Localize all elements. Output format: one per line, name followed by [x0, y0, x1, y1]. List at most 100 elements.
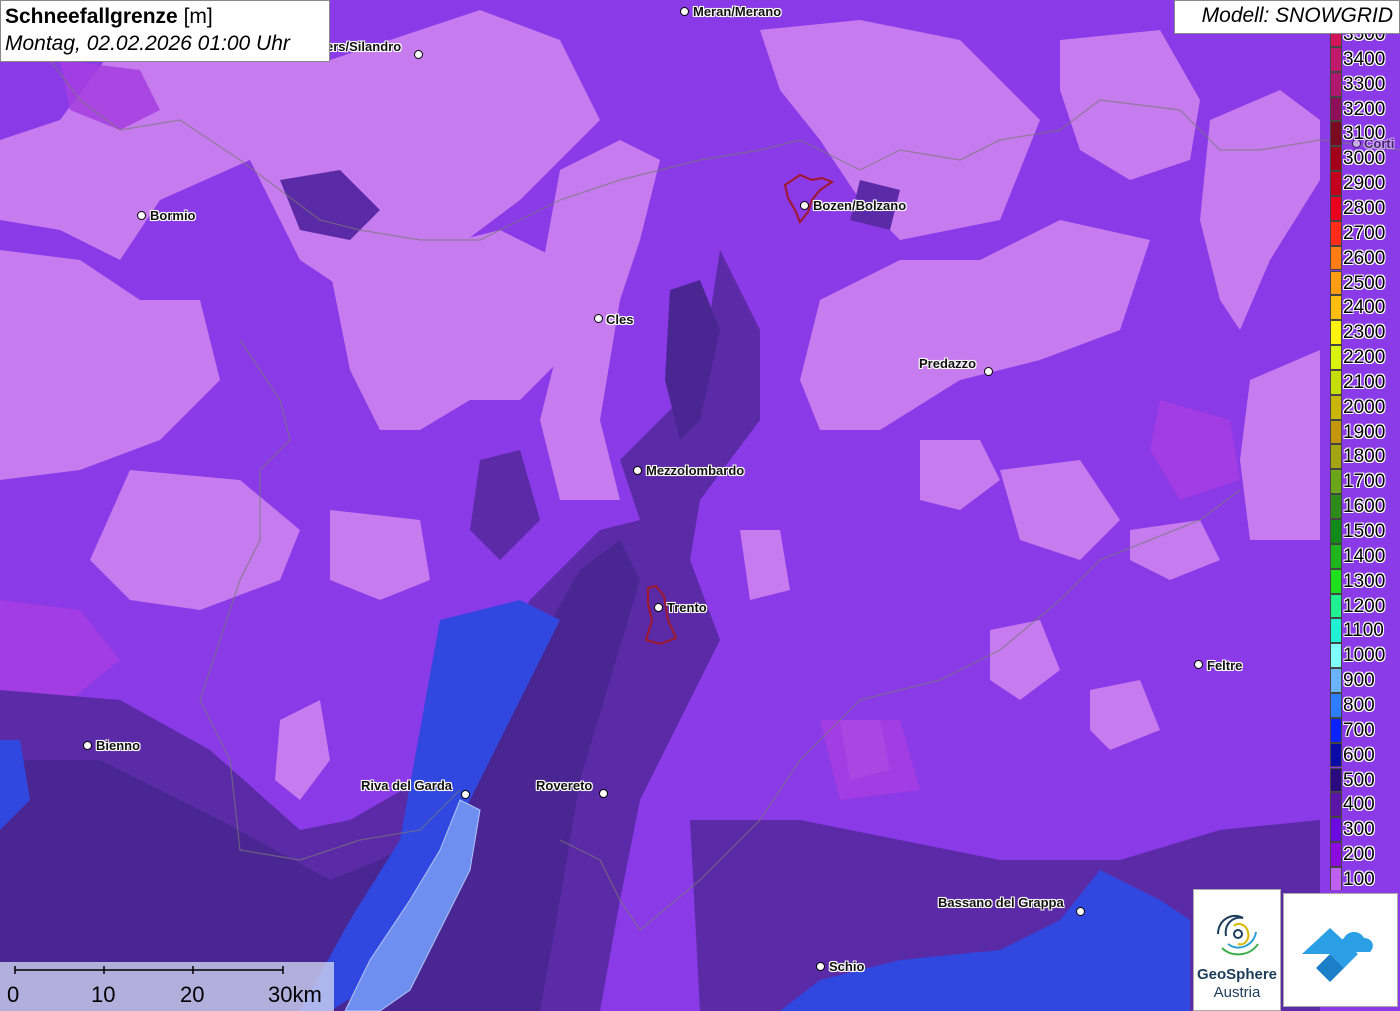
legend-value: 300	[1343, 819, 1375, 841]
legend-swatch	[1330, 270, 1342, 296]
legend-swatch	[1330, 245, 1342, 271]
legend-swatch	[1330, 146, 1342, 172]
legend-swatch	[1330, 96, 1342, 122]
legend-swatch	[1330, 543, 1342, 569]
legend-item: 2800	[1330, 195, 1400, 221]
legend-value: 3200	[1343, 98, 1386, 120]
legend-swatch	[1330, 643, 1342, 669]
legend-item: 700	[1330, 717, 1400, 743]
geosphere-logo[interactable]: GeoSphere Austria	[1193, 889, 1281, 1011]
legend-value: 1700	[1343, 471, 1386, 493]
legend-value: 2300	[1343, 322, 1386, 344]
legend-swatch	[1330, 121, 1342, 147]
city-marker	[816, 962, 825, 971]
legend-item: 1400	[1330, 543, 1400, 569]
legend-item: 300	[1330, 817, 1400, 843]
city-marker	[83, 741, 92, 750]
legend-swatch	[1330, 469, 1342, 495]
legend-value: 1000	[1343, 645, 1386, 667]
legend-swatch	[1330, 866, 1342, 890]
legend-item: 2500	[1330, 270, 1400, 296]
legend-value: 3500	[1343, 34, 1386, 45]
city-label: Cles	[606, 312, 634, 327]
legend-item: 1700	[1330, 469, 1400, 495]
legend-value: 3300	[1343, 73, 1386, 95]
legend-value: 1600	[1343, 496, 1386, 518]
legend-value: 500	[1343, 769, 1375, 791]
scale-label-20: 20	[180, 982, 205, 1007]
city-marker	[137, 211, 146, 220]
legend-swatch	[1330, 220, 1342, 246]
city-label: Trento	[667, 600, 707, 615]
legend-value: 1900	[1343, 421, 1386, 443]
legend-item: 3500	[1330, 34, 1400, 47]
unit: [m]	[183, 5, 213, 28]
geosphere-emblem-icon	[1217, 914, 1259, 956]
variable-name: Schneefallgrenze	[5, 5, 178, 28]
legend-swatch	[1330, 618, 1342, 644]
weather-app-icon	[1302, 928, 1373, 982]
city-label: ers/Silandro	[326, 39, 402, 54]
legend-item: 1600	[1330, 494, 1400, 519]
city-marker	[654, 603, 663, 612]
legend-item: 1200	[1330, 593, 1400, 619]
legend-value: 2200	[1343, 347, 1386, 369]
legend-swatch	[1330, 46, 1342, 72]
city-marker	[680, 7, 689, 16]
city-marker	[633, 466, 642, 475]
legend-swatch	[1330, 369, 1342, 395]
legend-value: 100	[1343, 868, 1375, 890]
city-label: Bienno	[96, 738, 141, 753]
legend-swatch	[1330, 494, 1342, 519]
legend-item: 3100	[1330, 121, 1400, 147]
legend-swatch	[1330, 767, 1342, 793]
city-marker	[800, 201, 809, 210]
city-label: Predazzo	[919, 356, 977, 371]
legend-swatch	[1330, 742, 1342, 768]
city-label: Schio	[829, 959, 865, 974]
legend-item: 100	[1330, 866, 1400, 890]
legend-value: 2700	[1343, 222, 1386, 244]
map-title: Schneefallgrenze [m] Montag, 02.02.2026 …	[0, 0, 330, 62]
city-marker	[984, 367, 993, 376]
legend-item: 600	[1330, 742, 1400, 768]
legend-swatch	[1330, 668, 1342, 693]
legend-item: 500	[1330, 767, 1400, 793]
legend-value: 1800	[1343, 446, 1386, 468]
legend-item: 800	[1330, 692, 1400, 718]
timestamp: Montag, 02.02.2026 01:00 Uhr	[5, 32, 290, 55]
legend-item: 200	[1330, 842, 1400, 867]
app-logo[interactable]	[1283, 893, 1398, 1007]
legend-item: 3000	[1330, 146, 1400, 172]
legend-swatch	[1330, 842, 1342, 867]
legend-item: 2900	[1330, 171, 1400, 196]
legend-value: 1200	[1343, 595, 1386, 617]
legend-value: 3100	[1343, 123, 1386, 145]
legend-value: 600	[1343, 744, 1375, 766]
legend-item: 2100	[1330, 369, 1400, 395]
legend-swatch	[1330, 717, 1342, 743]
scale-label-10: 10	[91, 982, 116, 1007]
legend-item: 3200	[1330, 96, 1400, 122]
snowfall-limit-map[interactable]	[0, 0, 1400, 1011]
legend-item: 1500	[1330, 519, 1400, 544]
austria-text: Austria	[1213, 984, 1261, 1001]
legend-item: 2000	[1330, 394, 1400, 420]
legend-item: 3400	[1330, 46, 1400, 72]
city-label: Bormio	[150, 208, 196, 223]
city-label: Bozen/Bolzano	[813, 198, 907, 213]
city-label: Bassano del Grappa	[938, 895, 1064, 910]
legend-value: 1400	[1343, 545, 1386, 567]
legend-value: 200	[1343, 844, 1375, 866]
legend-swatch	[1330, 295, 1342, 321]
scale-bar: 0 10 20 30km	[0, 962, 334, 1011]
legend-swatch	[1330, 71, 1342, 97]
color-legend: 3500 3400 3300 3200 3100 3000 2900 2800 2700 2600…	[1330, 34, 1400, 890]
legend-value: 400	[1343, 794, 1375, 816]
legend-value: 1100	[1343, 620, 1384, 642]
scale-label-30km: 30km	[268, 982, 322, 1007]
legend-swatch	[1330, 195, 1342, 221]
legend-swatch	[1330, 444, 1342, 470]
legend-item: 1100	[1330, 618, 1400, 644]
city-marker	[1194, 660, 1203, 669]
